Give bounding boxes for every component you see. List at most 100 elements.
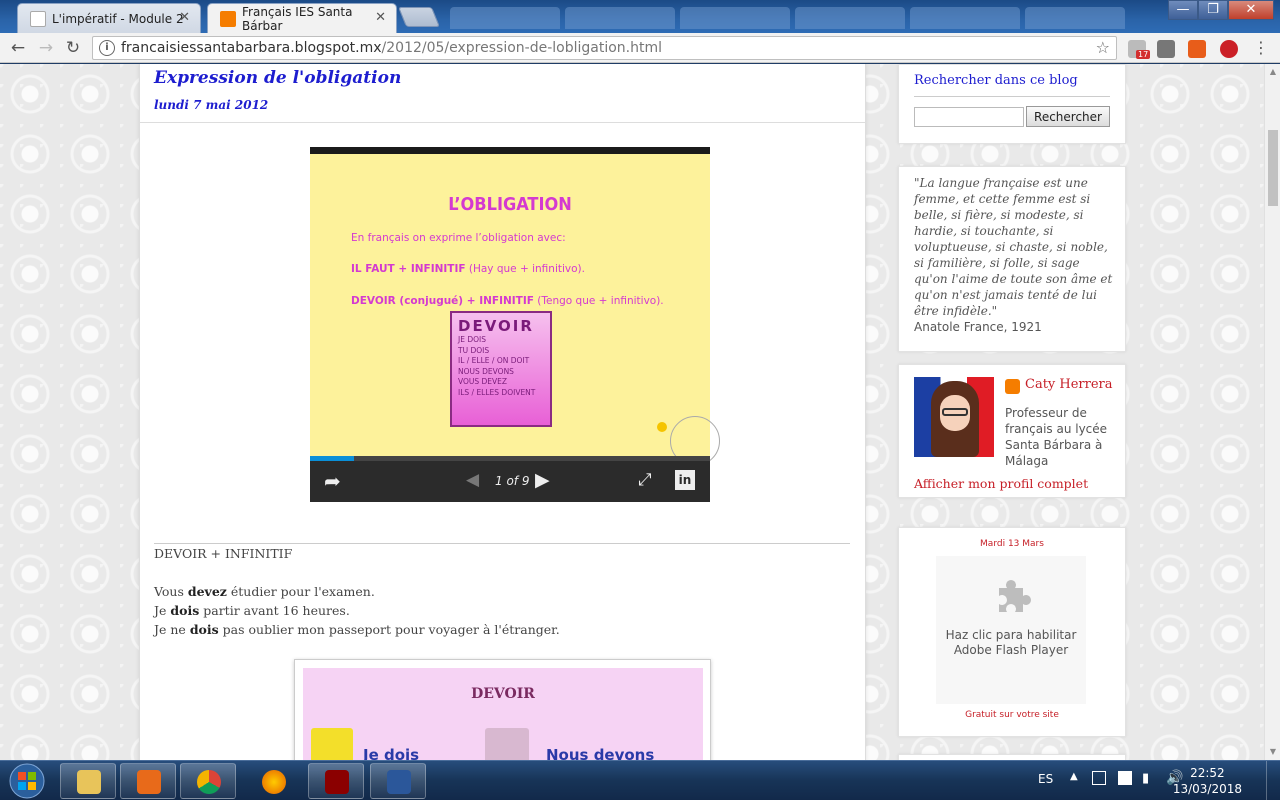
profile-widget: Caty Herrera Professeur de français au l…	[898, 364, 1126, 498]
slide-text: DEVOIR (conjugué) + INFINITIF (Tengo que…	[351, 295, 664, 307]
quote-author: Anatole France, 1921	[914, 320, 1042, 334]
maximize-button[interactable]: ❐	[1198, 0, 1228, 20]
profile-name[interactable]: Caty Herrera	[1005, 377, 1113, 392]
flash-date: Mardi 13 Mars	[980, 539, 1044, 549]
show-hidden-icons[interactable]: ▲	[1070, 771, 1078, 782]
power-icon[interactable]	[1118, 771, 1132, 785]
sponge-character-icon	[311, 728, 353, 760]
search-input[interactable]	[914, 107, 1024, 127]
tab-title: Français IES Santa Bárbar	[242, 4, 353, 33]
slide-bold: IL FAUT + INFINITIF	[351, 263, 466, 275]
background-window-tab	[1025, 7, 1125, 29]
acrobat-icon	[325, 770, 349, 794]
action-center-icon[interactable]	[1092, 771, 1106, 785]
taskbar-explorer[interactable]	[60, 763, 116, 799]
verb: dois	[170, 603, 200, 618]
new-tab-button[interactable]	[397, 7, 441, 27]
folder-icon	[77, 770, 101, 794]
clock[interactable]: 22:52 13/03/2018	[1173, 765, 1242, 797]
close-icon[interactable]: ✕	[179, 10, 190, 25]
taskbar-media[interactable]	[120, 763, 176, 799]
window-controls: — ❐ ✕	[1168, 0, 1274, 20]
scroll-up-icon[interactable]: ▲	[1265, 64, 1280, 80]
bookmark-star-icon[interactable]: ☆	[1096, 37, 1110, 59]
slide: L’OBLIGATION En français on exprime l’ob…	[310, 154, 720, 466]
image-word: Je dois	[363, 746, 420, 760]
verb: devez	[187, 584, 227, 599]
fullscreen-icon[interactable]: ⤢	[638, 470, 652, 490]
extension-icon[interactable]: 17	[1128, 40, 1151, 59]
office-icon[interactable]	[1188, 40, 1206, 58]
pinterest-icon[interactable]	[1220, 40, 1238, 58]
media-player-icon	[137, 770, 161, 794]
card-line: IL / ELLE / ON DOIT	[458, 356, 530, 365]
flash-message[interactable]: Haz clic para habilitar Adobe Flash Play…	[936, 628, 1086, 658]
scrollbar-thumb[interactable]	[1268, 130, 1278, 206]
post-image[interactable]: DEVOIR Je dois Nous devons	[294, 659, 711, 760]
background-window-tab	[910, 7, 1020, 29]
tab-francais[interactable]: Français IES Santa Bárbar ✕	[207, 3, 397, 33]
url-domain: francaisiessantabarbara.blogspot.mx	[121, 40, 382, 56]
conjugation-card: DEVOIR JE DOIS TU DOIS IL / ELLE / ON DO…	[450, 311, 552, 427]
flash-footer[interactable]: Gratuit sur votre site	[899, 710, 1125, 720]
taskbar-word[interactable]	[370, 763, 426, 799]
search-heading: Rechercher dans ce blog	[914, 73, 1078, 88]
taskbar-chrome[interactable]	[180, 763, 236, 799]
divider	[154, 543, 850, 544]
show-desktop-button[interactable]	[1266, 761, 1280, 800]
language-indicator[interactable]: ES	[1038, 772, 1053, 786]
slide-title: L’OBLIGATION	[448, 194, 572, 215]
back-button[interactable]: ←	[7, 37, 29, 59]
info-icon[interactable]: i	[99, 40, 115, 56]
taskbar: ES ▲ ▮ 🔊 22:52 13/03/2018	[0, 760, 1280, 800]
shopping-bag-icon[interactable]	[1157, 40, 1175, 58]
avatar-glasses	[942, 408, 968, 416]
slide-text: En français on exprime l’obligation avec…	[351, 232, 566, 244]
post-date: lundi 7 mai 2012	[154, 98, 269, 112]
address-bar[interactable]: i francaisiessantabarbara.blogspot.mx/20…	[92, 36, 1117, 60]
flower-decoration	[657, 422, 667, 432]
slideshow-embed[interactable]: L’OBLIGATION En français on exprime l’ob…	[310, 147, 720, 502]
page-icon	[30, 11, 46, 27]
blogger-icon	[220, 11, 236, 27]
search-widget: Rechercher dans ce blog Rechercher	[898, 64, 1126, 144]
post-title[interactable]: Expression de l'obligation	[154, 68, 401, 88]
background-window-tab	[680, 7, 790, 29]
network-icon[interactable]: ▮	[1142, 771, 1149, 786]
tab-imperatif[interactable]: L'impératif - Module 2 ✕	[17, 3, 201, 33]
linkedin-icon[interactable]: in	[675, 470, 695, 490]
page-scrollbar[interactable]: ▲ ▼	[1264, 64, 1280, 760]
url-path: /2012/05/expression-de-lobligation.html	[381, 40, 662, 56]
start-button[interactable]	[4, 762, 50, 800]
taskbar-firefox[interactable]	[245, 763, 301, 799]
card-line: TU DOIS	[458, 345, 490, 355]
forward-button[interactable]: →	[35, 37, 57, 59]
flash-widget: Mardi 13 Mars Haz clic para habilitar Ad…	[898, 527, 1126, 737]
menu-icon[interactable]: ⋮	[1252, 40, 1270, 58]
background-window-tab	[450, 7, 560, 29]
search-button[interactable]: Rechercher	[1026, 106, 1110, 127]
prev-slide-icon[interactable]: ◀	[466, 470, 479, 490]
taskbar-acrobat[interactable]	[308, 763, 364, 799]
slide-text: IL FAUT + INFINITIF (Hay que + infinitiv…	[351, 263, 585, 275]
share-icon[interactable]: ➦	[324, 469, 341, 493]
page-viewport: Expression de l'obligation lundi 7 mai 2…	[0, 64, 1264, 760]
minimize-button[interactable]: —	[1168, 0, 1198, 20]
post-column: Expression de l'obligation lundi 7 mai 2…	[139, 64, 866, 760]
slide-rest: (Tengo que + infinitivo).	[533, 295, 664, 307]
profile-link[interactable]: Afficher mon profil complet	[914, 476, 1088, 491]
close-window-button[interactable]: ✕	[1228, 0, 1274, 20]
example-sentence: Je dois partir avant 16 heures.	[154, 603, 350, 618]
scroll-down-icon[interactable]: ▼	[1265, 744, 1280, 760]
background-window-tab	[565, 7, 675, 29]
card-line: ILS / ELLES DOIVENT	[458, 387, 536, 397]
close-icon[interactable]: ✕	[375, 10, 386, 25]
next-slide-icon[interactable]: ▶	[535, 469, 550, 491]
quote-widget: "La langue française est une femme, et c…	[898, 166, 1126, 352]
slide-controls: ➦ ◀ 1 of 9 ▶ ⤢ in	[310, 461, 710, 502]
avatar[interactable]	[914, 377, 994, 457]
plugin-puzzle-icon	[991, 576, 1031, 616]
characters-icon	[485, 728, 529, 760]
card-line: NOUS DEVONS	[458, 366, 514, 376]
reload-button[interactable]: ↻	[62, 37, 84, 59]
